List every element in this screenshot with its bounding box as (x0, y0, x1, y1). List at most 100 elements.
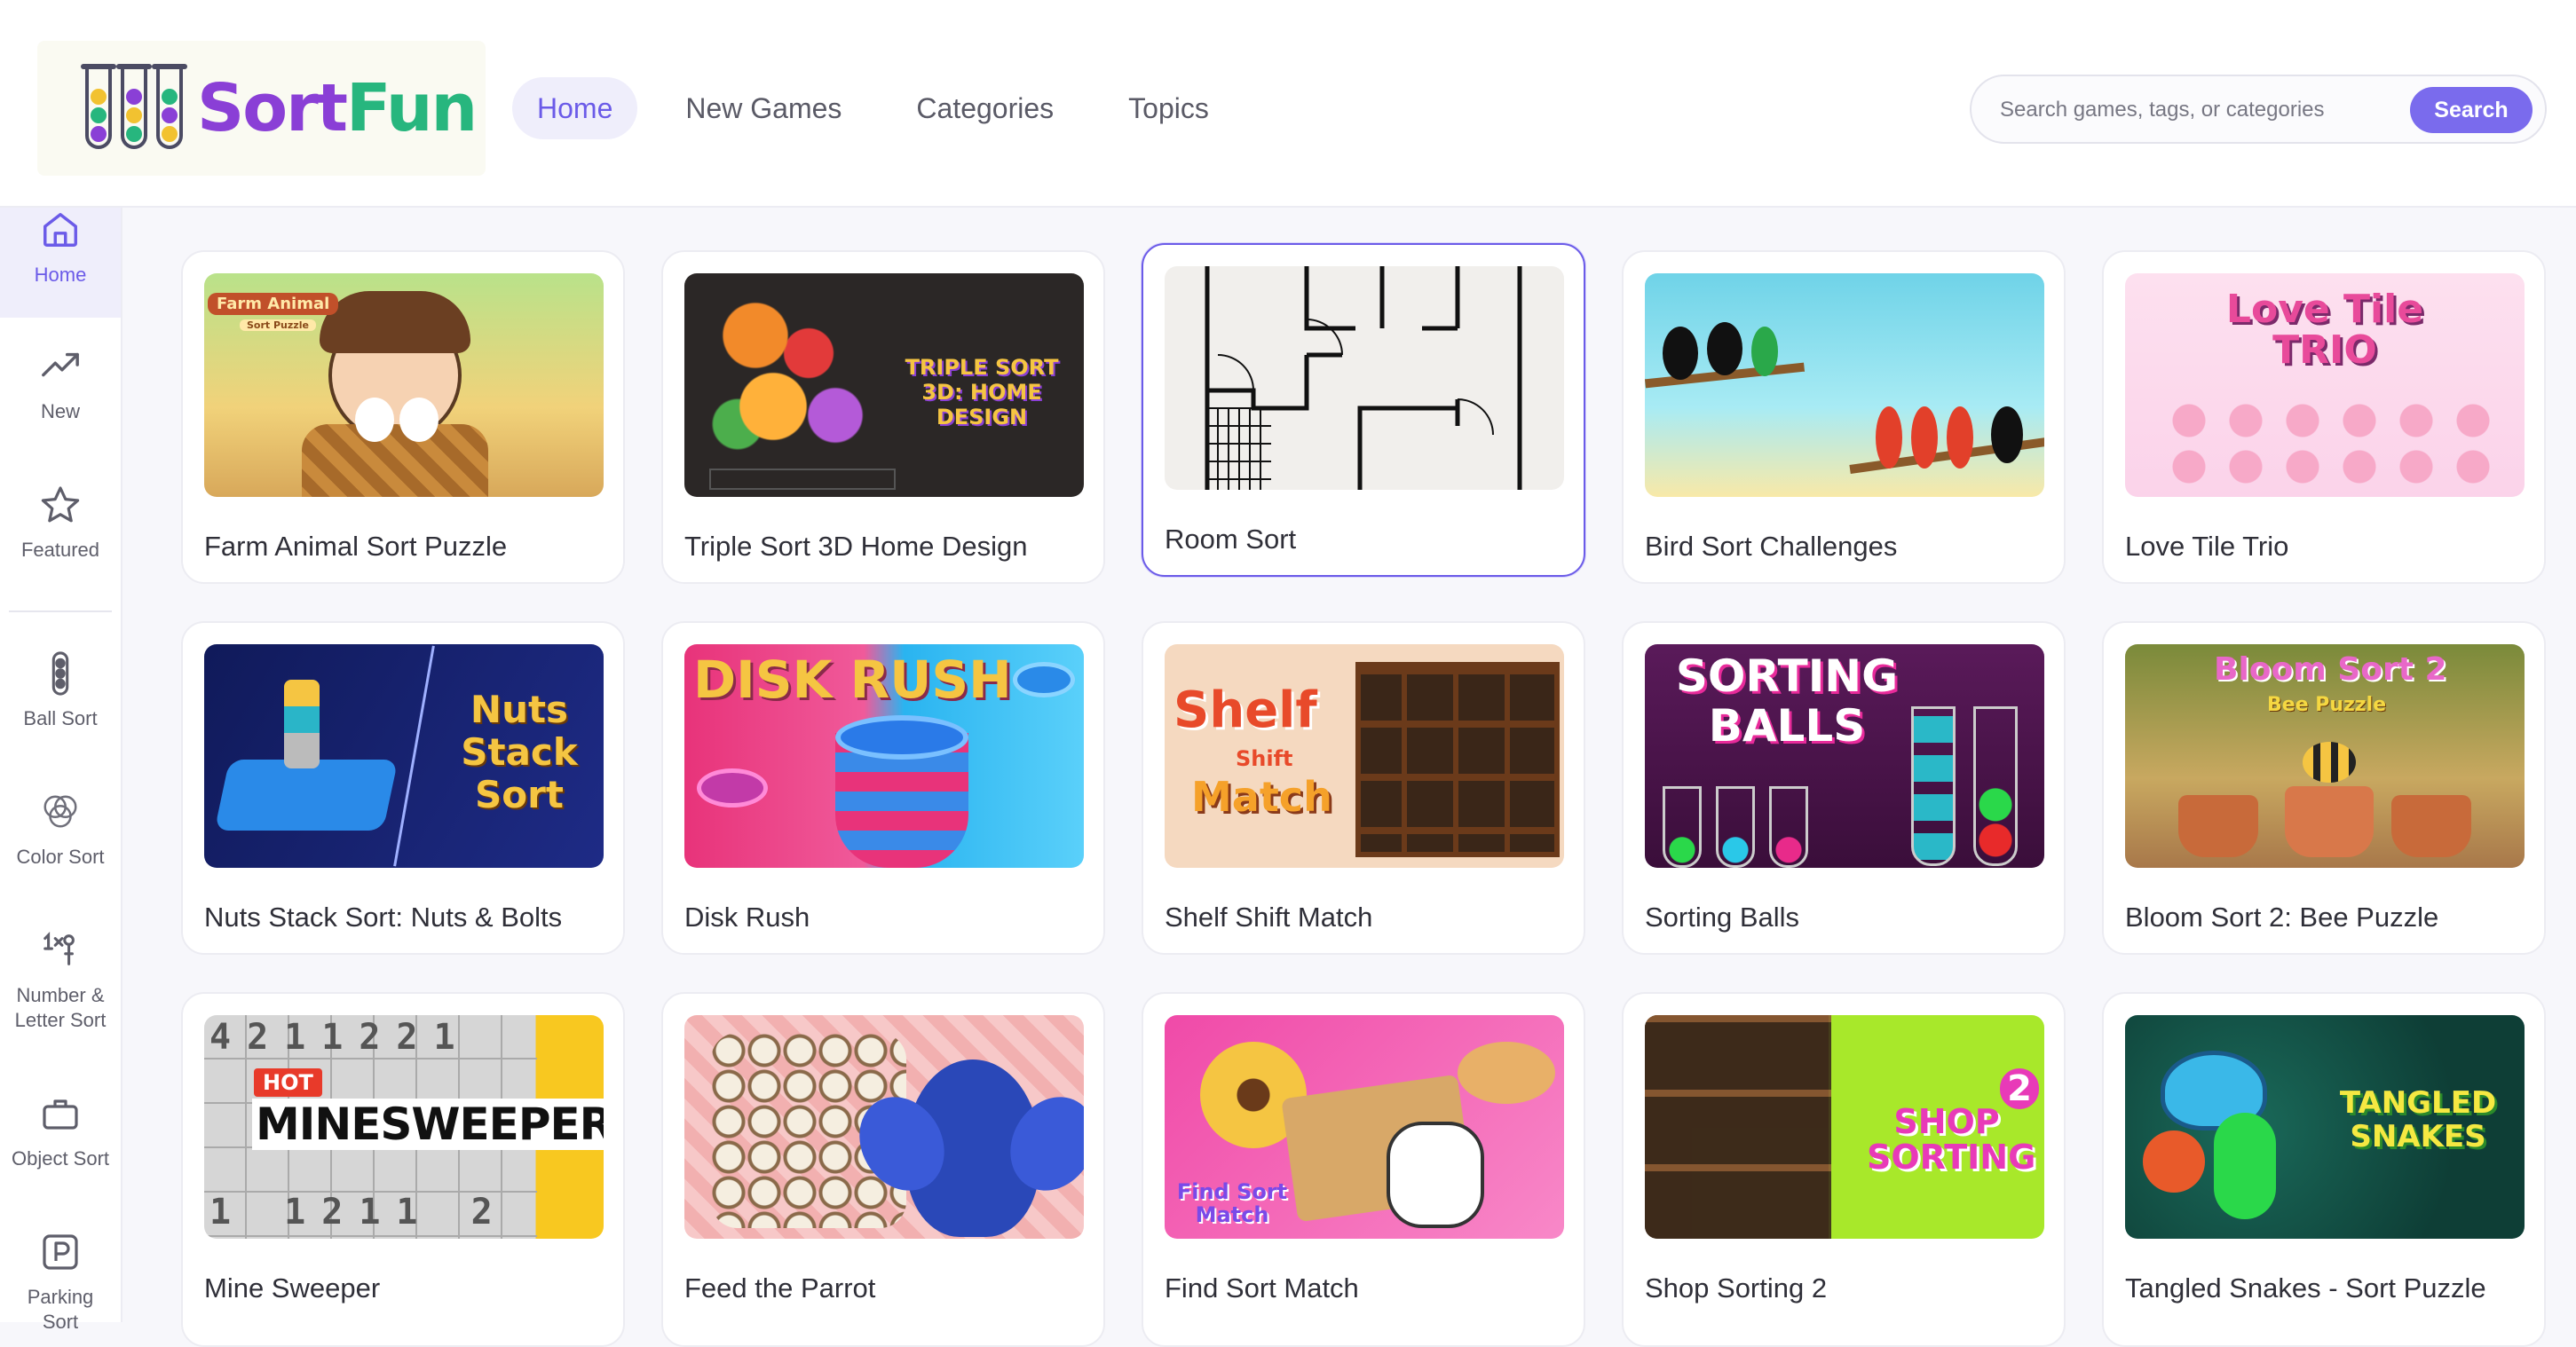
game-card-tangled-snakes[interactable]: TANGLED SNAKES Tangled Snakes - Sort Puz… (2102, 992, 2546, 1347)
game-card-nuts-stack-sort[interactable]: Nuts Stack Sort Nuts Stack Sort: Nuts & … (181, 621, 625, 955)
game-card-feed-the-parrot[interactable]: Feed the Parrot (661, 992, 1105, 1347)
thumb-subtitle: Sort Puzzle (240, 319, 316, 331)
game-title: Find Sort Match (1165, 1272, 1359, 1304)
search-input[interactable] (2000, 92, 2382, 128)
nav-categories[interactable]: Categories (900, 77, 1070, 139)
star-icon (38, 483, 83, 527)
game-title: Feed the Parrot (684, 1272, 876, 1304)
sidebar-item-ball-sort[interactable]: Ball Sort (0, 651, 121, 731)
sidebar-item-color-sort[interactable]: Color Sort (0, 790, 121, 870)
thumb-title: Shelf (1173, 681, 1317, 739)
thumb-title: SHOP SORTING (1867, 1102, 2036, 1177)
game-title: Sorting Balls (1645, 902, 1800, 933)
thumb-title: MINESWEEPER (252, 1099, 604, 1150)
game-title: Shop Sorting 2 (1645, 1272, 1828, 1304)
game-thumbnail (684, 1015, 1084, 1239)
color-circles-icon (38, 790, 83, 834)
main-nav: Home New Games Categories Topics (512, 77, 1225, 139)
sidebar-item-label: Color Sort (16, 846, 105, 868)
thumb-title: Love Tile TRIO (2225, 287, 2424, 373)
game-title: Farm Animal Sort Puzzle (204, 531, 508, 562)
game-thumbnail: Find Sort Match (1165, 1015, 1564, 1239)
game-thumbnail: Bloom Sort 2 Bee Puzzle (2125, 644, 2525, 868)
sidebar-item-label: Featured (20, 539, 100, 561)
search-bar: Search (1970, 75, 2547, 144)
sidebar-item-label: Parking Sort (27, 1286, 94, 1333)
thumb-subtitle: Shift (1236, 746, 1293, 771)
game-thumbnail (1165, 266, 1564, 490)
sidebar-item-number-letter-sort[interactable]: Number & Letter Sort (0, 928, 121, 1033)
sidebar-item-object-sort[interactable]: Object Sort (0, 1091, 121, 1171)
game-thumbnail: TRIPLE SORT 3D: HOME DESIGN (684, 273, 1084, 497)
game-card-love-tile-trio[interactable]: Love Tile TRIO Love Tile Trio (2102, 250, 2546, 584)
trending-icon (38, 344, 83, 389)
game-card-bird-sort-challenges[interactable]: Bird Sort Challenges (1622, 250, 2066, 584)
game-title: Nuts Stack Sort: Nuts & Bolts (204, 902, 563, 933)
thumb-title: DISK RUSH (693, 650, 1012, 710)
game-thumbnail: Love Tile TRIO (2125, 273, 2525, 497)
game-card-shop-sorting-2[interactable]: SHOP SORTING 2 Shop Sorting 2 (1622, 992, 2066, 1347)
logo-tubes-icon (81, 64, 187, 149)
game-title: Mine Sweeper (204, 1272, 381, 1304)
thumb-subtitle-2: Match (1191, 773, 1332, 821)
game-thumbnail (1645, 273, 2044, 497)
game-thumbnail: Nuts Stack Sort (204, 644, 604, 868)
game-title: Bird Sort Challenges (1645, 531, 1898, 562)
floorplan-image (1205, 266, 1522, 490)
game-card-disk-rush[interactable]: DISK RUSH Disk Rush (661, 621, 1105, 955)
sidebar: Home New Featured Ball Sort Color Sort N… (0, 208, 122, 1333)
game-thumbnail: Farm Animal Sort Puzzle (204, 273, 604, 497)
thumb-subtitle: Bee Puzzle (2267, 694, 2387, 716)
game-title: Bloom Sort 2: Bee Puzzle (2125, 902, 2439, 933)
parking-icon (38, 1230, 83, 1274)
thumb-title: Nuts Stack Sort (461, 688, 578, 816)
ball-tube-icon (38, 651, 83, 696)
home-icon (38, 208, 83, 252)
number-letter-icon (38, 928, 83, 973)
game-thumbnail: Shelf Shift Match (1165, 644, 1564, 868)
game-thumbnail: 4211221 1 1211 2 HOT MINESWEEPER (204, 1015, 604, 1239)
game-card-room-sort[interactable]: Room Sort (1142, 243, 1585, 577)
game-title: Triple Sort 3D Home Design (684, 531, 1028, 562)
game-thumbnail: SHOP SORTING 2 (1645, 1015, 2044, 1239)
sidebar-item-new[interactable]: New (0, 344, 121, 424)
nav-topics[interactable]: Topics (1112, 77, 1225, 139)
sidebar-item-home[interactable]: Home (0, 208, 121, 318)
site-logo[interactable]: SortFun (37, 41, 486, 176)
site-header: SortFun Home New Games Categories Topics… (0, 0, 2576, 208)
thumb-title: TRIPLE SORT 3D: HOME DESIGN (905, 355, 1059, 429)
game-card-sorting-balls[interactable]: SORTING BALLS Sorting Balls (1622, 621, 2066, 955)
game-card-mine-sweeper[interactable]: 4211221 1 1211 2 HOT MINESWEEPER Mine Sw… (181, 992, 625, 1347)
thumb-title: Bloom Sort 2 (2214, 651, 2447, 688)
nav-home[interactable]: Home (512, 77, 638, 139)
game-title: Room Sort (1165, 524, 1297, 555)
sidebar-item-label: Ball Sort (23, 707, 98, 729)
game-thumbnail: DISK RUSH (684, 644, 1084, 868)
sidebar-item-label: Number & Letter Sort (14, 984, 107, 1031)
thumb-title: Farm Animal (208, 293, 339, 315)
game-card-find-sort-match[interactable]: Find Sort Match Find Sort Match (1142, 992, 1585, 1347)
logo-wordmark: SortFun (197, 70, 478, 146)
game-card-bloom-sort-2[interactable]: Bloom Sort 2 Bee Puzzle Bloom Sort 2: Be… (2102, 621, 2546, 955)
game-card-shelf-shift-match[interactable]: Shelf Shift Match Shelf Shift Match (1142, 621, 1585, 955)
game-card-triple-sort-3d-home-design[interactable]: TRIPLE SORT 3D: HOME DESIGN Triple Sort … (661, 250, 1105, 584)
sidebar-item-label: Object Sort (11, 1147, 110, 1170)
hot-badge: HOT (254, 1068, 322, 1097)
briefcase-icon (38, 1091, 83, 1136)
game-title: Disk Rush (684, 902, 810, 933)
thumb-subtitle: 2 (2000, 1068, 2039, 1109)
sidebar-item-label: Home (34, 264, 87, 286)
search-button[interactable]: Search (2410, 87, 2533, 133)
game-card-farm-animal-sort-puzzle[interactable]: Farm Animal Sort Puzzle Farm Animal Sort… (181, 250, 625, 584)
thumb-title: SORTING BALLS (1675, 650, 1899, 752)
thumb-title: TANGLED SNAKES (2339, 1085, 2497, 1154)
game-thumbnail: SORTING BALLS (1645, 644, 2044, 868)
nav-new-games[interactable]: New Games (669, 77, 857, 139)
sidebar-item-parking-sort[interactable]: Parking Sort (0, 1230, 121, 1335)
game-thumbnail: TANGLED SNAKES (2125, 1015, 2525, 1239)
sidebar-item-label: New (40, 400, 80, 422)
game-title: Tangled Snakes - Sort Puzzle (2125, 1272, 2486, 1304)
sidebar-item-featured[interactable]: Featured (0, 483, 121, 563)
thumb-title: Find Sort Match (1176, 1179, 1288, 1227)
game-title: Love Tile Trio (2125, 531, 2289, 562)
